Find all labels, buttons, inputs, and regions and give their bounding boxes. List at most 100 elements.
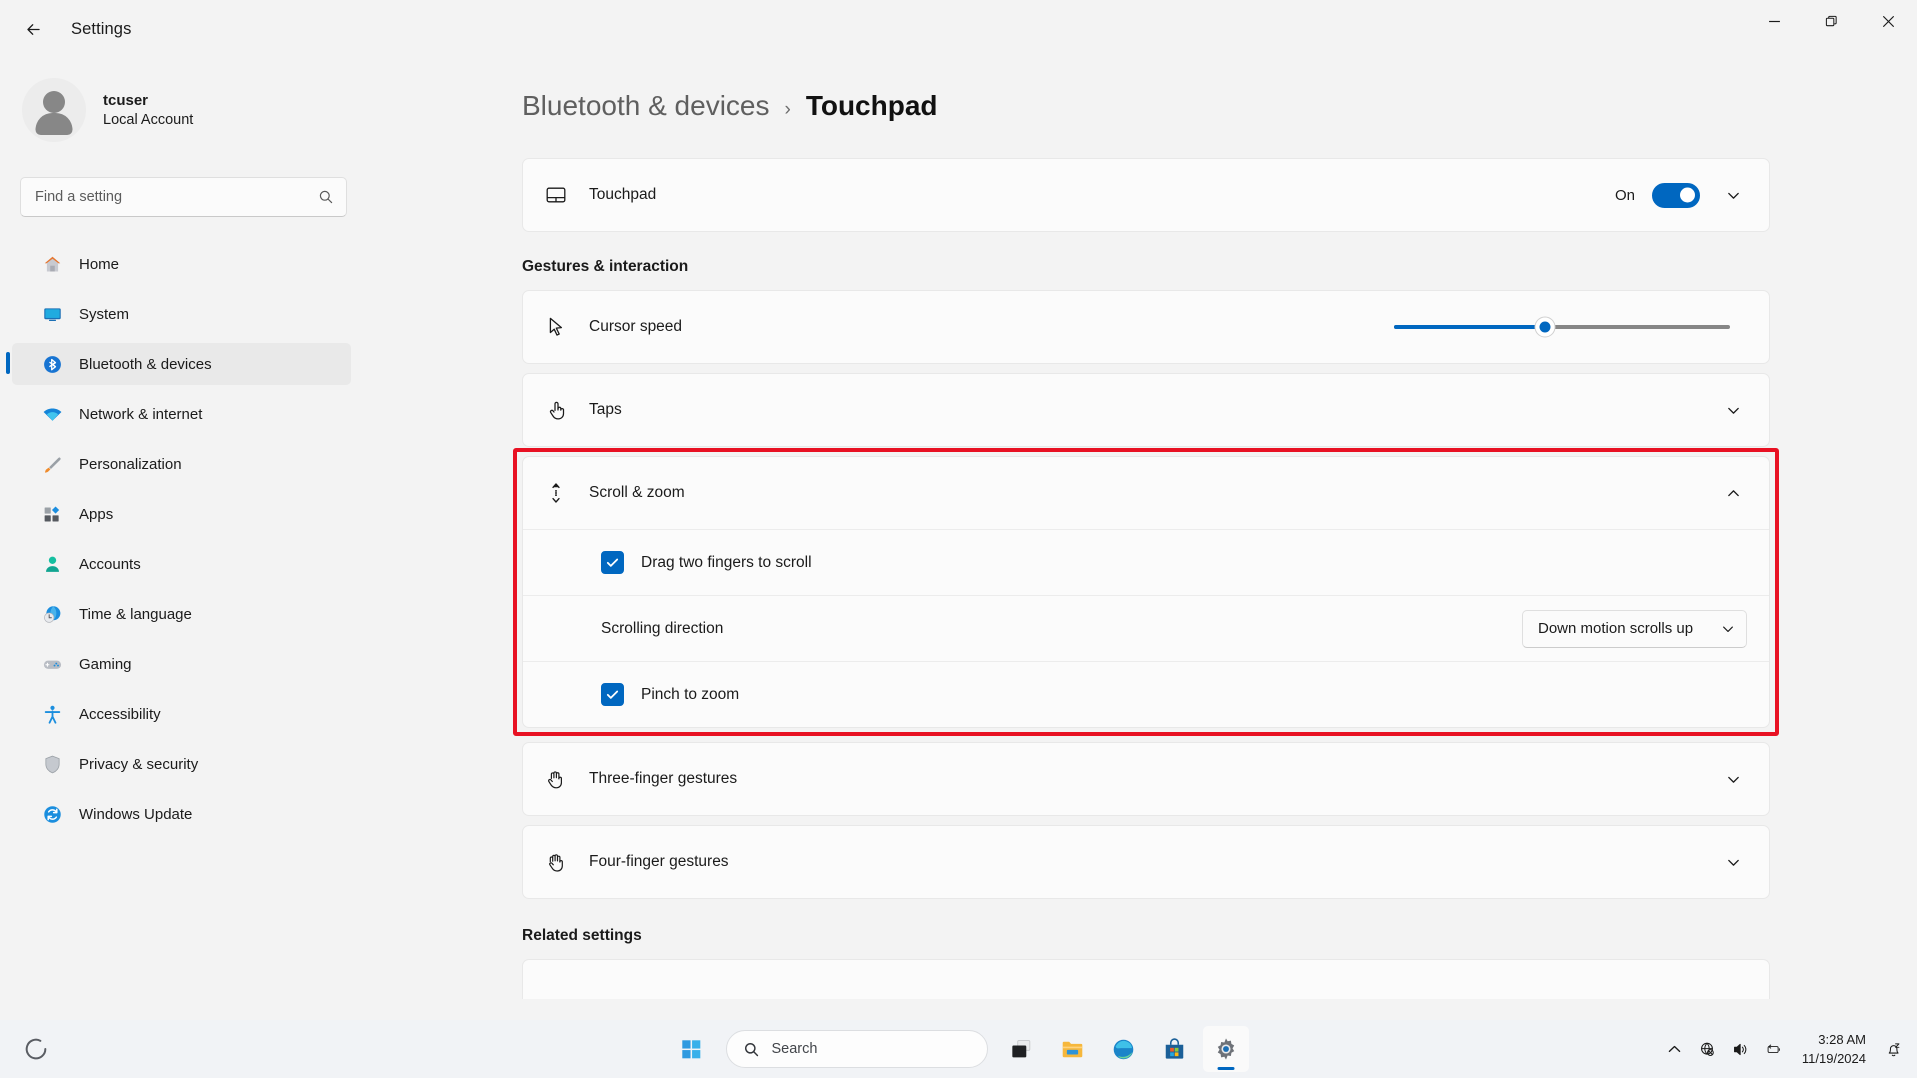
sidebar-item-privacy-security[interactable]: Privacy & security bbox=[12, 743, 351, 785]
copilot-button[interactable] bbox=[22, 1035, 50, 1063]
accessibility-icon bbox=[41, 703, 63, 725]
search-box[interactable] bbox=[20, 177, 347, 217]
app-title: Settings bbox=[71, 19, 132, 38]
cursor-arrow-icon bbox=[544, 315, 580, 339]
cursor-speed-label: Cursor speed bbox=[589, 318, 683, 335]
notification-button[interactable] bbox=[1879, 1041, 1907, 1058]
sidebar-item-label: Personalization bbox=[79, 455, 182, 473]
taps-card[interactable]: Taps bbox=[522, 373, 1770, 447]
system-tray: 3:28 AM 11/19/2024 bbox=[1660, 1029, 1907, 1069]
related-settings-card[interactable] bbox=[522, 959, 1770, 999]
settings-window: Settings tcuser Local Account Find a set… bbox=[0, 0, 1917, 1078]
three-finger-gestures-expand-button[interactable] bbox=[1714, 772, 1752, 787]
touchpad-expand-button[interactable] bbox=[1714, 188, 1752, 203]
sidebar-item-time-language[interactable]: Time & language bbox=[12, 593, 351, 635]
cursor-speed-row[interactable]: Cursor speed bbox=[523, 291, 1769, 363]
three-finger-gestures-row[interactable]: Three-finger gestures bbox=[523, 743, 1769, 815]
pinch-to-zoom-row[interactable]: Pinch to zoom bbox=[523, 661, 1769, 727]
scroll-zoom-label: Scroll & zoom bbox=[589, 484, 685, 501]
three-finger-gestures-card[interactable]: Three-finger gestures bbox=[522, 742, 1770, 816]
scroll-zoom-collapse-button[interactable] bbox=[1714, 486, 1752, 501]
scrolling-direction-row[interactable]: Scrolling direction Down motion scrolls … bbox=[523, 595, 1769, 661]
four-finger-hand-icon bbox=[544, 850, 580, 874]
drag-two-fingers-checkbox[interactable] bbox=[601, 551, 624, 574]
task-view-icon bbox=[1012, 1039, 1031, 1057]
chevron-up-icon bbox=[1669, 1045, 1681, 1052]
scroll-zoom-card[interactable]: Scroll & zoom Drag two fingers to scroll bbox=[522, 456, 1770, 728]
four-finger-gestures-expand-button[interactable] bbox=[1714, 855, 1752, 870]
edge-button[interactable] bbox=[1101, 1026, 1147, 1072]
settings-gear-icon bbox=[1217, 1038, 1234, 1060]
account-summary[interactable]: tcuser Local Account bbox=[0, 58, 367, 142]
drag-two-fingers-row[interactable]: Drag two fingers to scroll bbox=[523, 529, 1769, 595]
sidebar-item-apps[interactable]: Apps bbox=[12, 493, 351, 535]
back-button[interactable] bbox=[10, 10, 56, 48]
tray-overflow-button[interactable] bbox=[1660, 1029, 1690, 1069]
settings-panel: Touchpad On bbox=[522, 158, 1770, 232]
cursor-speed-card[interactable]: Cursor speed bbox=[522, 290, 1770, 364]
taps-expand-button[interactable] bbox=[1714, 403, 1752, 418]
taps-row[interactable]: Taps bbox=[523, 374, 1769, 446]
minimize-button[interactable] bbox=[1746, 0, 1803, 42]
three-finger-hand-icon bbox=[544, 767, 580, 791]
file-explorer-button[interactable] bbox=[1050, 1026, 1096, 1072]
touchpad-row[interactable]: Touchpad On bbox=[523, 159, 1769, 231]
volume-tray-button[interactable] bbox=[1726, 1029, 1756, 1069]
sidebar-item-bluetooth-devices[interactable]: Bluetooth & devices bbox=[6, 343, 351, 385]
four-finger-gestures-row[interactable]: Four-finger gestures bbox=[523, 826, 1769, 898]
four-finger-gestures-card[interactable]: Four-finger gestures bbox=[522, 825, 1770, 899]
main-content: Bluetooth & devices › Touchpad Touchpad bbox=[367, 58, 1917, 1020]
system-icon bbox=[41, 303, 63, 325]
network-tray-button[interactable] bbox=[1693, 1029, 1723, 1069]
slider-thumb[interactable] bbox=[1534, 316, 1556, 338]
maximize-button[interactable] bbox=[1803, 0, 1860, 42]
sidebar-item-windows-update[interactable]: Windows Update bbox=[12, 793, 351, 835]
sidebar-item-label: Accounts bbox=[79, 555, 141, 573]
taskbar-search-box[interactable]: Search bbox=[725, 1030, 988, 1068]
sidebar-nav: Home System Bluetooth & devices Network … bbox=[0, 243, 367, 835]
sidebar-item-system[interactable]: System bbox=[12, 293, 351, 335]
clock[interactable]: 3:28 AM 11/19/2024 bbox=[1792, 1030, 1876, 1069]
chevron-down-icon bbox=[1727, 776, 1739, 783]
close-button[interactable] bbox=[1860, 0, 1917, 42]
touchpad-toggle[interactable] bbox=[1652, 182, 1700, 208]
apps-icon bbox=[41, 503, 63, 525]
sidebar-item-label: Windows Update bbox=[79, 805, 193, 823]
scroll-zoom-header-row[interactable]: Scroll & zoom bbox=[523, 457, 1769, 529]
taskbar-search-placeholder: Search bbox=[771, 1041, 818, 1057]
task-view-button[interactable] bbox=[999, 1026, 1045, 1072]
gaming-icon bbox=[41, 653, 63, 675]
related-settings-title: Related settings bbox=[522, 927, 642, 944]
sidebar-item-gaming[interactable]: Gaming bbox=[12, 643, 351, 685]
sidebar-item-accessibility[interactable]: Accessibility bbox=[12, 693, 351, 735]
chevron-up-icon bbox=[1727, 489, 1739, 496]
sidebar-item-accounts[interactable]: Accounts bbox=[12, 543, 351, 585]
store-button[interactable] bbox=[1152, 1026, 1198, 1072]
start-button[interactable] bbox=[669, 1026, 715, 1072]
search-icon bbox=[743, 1041, 760, 1058]
chevron-down-icon bbox=[1727, 192, 1739, 199]
sidebar-item-home[interactable]: Home bbox=[12, 243, 351, 285]
touchpad-toggle-state: On bbox=[1614, 186, 1635, 204]
sidebar-item-network-internet[interactable]: Network & internet bbox=[12, 393, 351, 435]
pinch-to-zoom-label: Pinch to zoom bbox=[641, 685, 740, 703]
bluetooth-icon bbox=[41, 353, 63, 375]
clock-time: 3:28 AM bbox=[1818, 1031, 1866, 1047]
pinch-to-zoom-checkbox[interactable] bbox=[601, 683, 624, 706]
cursor-speed-slider[interactable] bbox=[1394, 315, 1730, 339]
sidebar-item-label: Privacy & security bbox=[79, 755, 199, 773]
windows-start-icon bbox=[682, 1039, 701, 1058]
sidebar-item-label: Time & language bbox=[79, 605, 192, 623]
sidebar-item-personalization[interactable]: Personalization bbox=[12, 443, 351, 485]
settings-taskbar-button[interactable] bbox=[1202, 1026, 1249, 1072]
battery-tray-button[interactable] bbox=[1759, 1029, 1789, 1069]
tap-hand-icon bbox=[544, 398, 580, 422]
scroll-updown-icon bbox=[544, 481, 580, 505]
scrolling-direction-dropdown[interactable]: Down motion scrolls up bbox=[1522, 609, 1747, 648]
sidebar-item-label: Gaming bbox=[79, 655, 132, 673]
search-input[interactable] bbox=[35, 189, 318, 205]
chevron-down-icon bbox=[1727, 859, 1739, 866]
touchpad-card[interactable]: Touchpad On bbox=[522, 158, 1770, 232]
gestures-panel: Cursor speed Taps Scroll & zoom Drag two… bbox=[513, 290, 1779, 899]
breadcrumb-parent[interactable]: Bluetooth & devices bbox=[522, 90, 770, 122]
